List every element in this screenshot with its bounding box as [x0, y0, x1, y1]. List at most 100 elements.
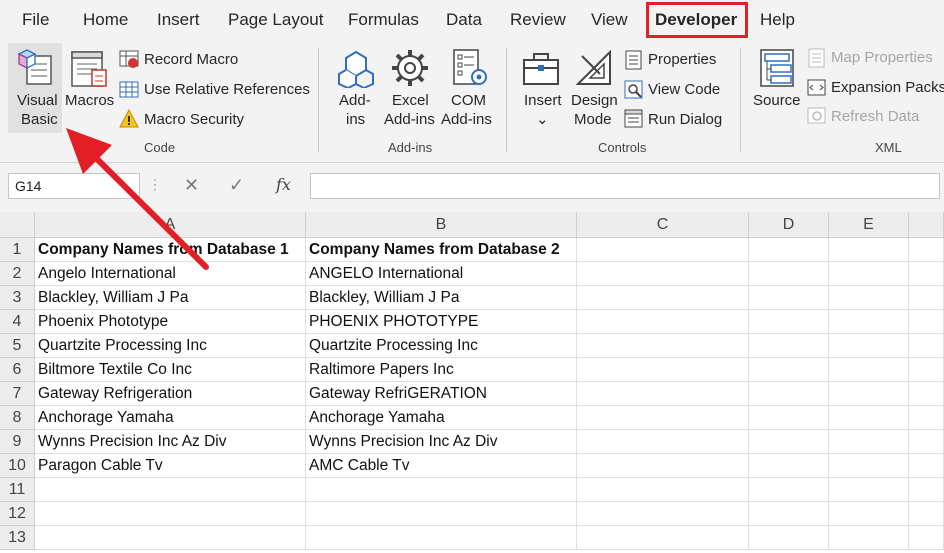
- tab-page-layout[interactable]: Page Layout: [228, 10, 323, 30]
- cell[interactable]: Raltimore Papers Inc: [306, 358, 577, 382]
- expansion-packs-button[interactable]: Expansion Packs: [831, 79, 944, 96]
- cell[interactable]: [749, 478, 829, 502]
- cell[interactable]: [829, 430, 909, 454]
- cell[interactable]: [909, 310, 944, 334]
- cell[interactable]: Blackley, William J Pa: [306, 286, 577, 310]
- tab-home[interactable]: Home: [83, 10, 128, 30]
- tab-view[interactable]: View: [591, 10, 628, 30]
- cell[interactable]: [909, 262, 944, 286]
- insert-function-button[interactable]: fx: [276, 175, 291, 194]
- cell[interactable]: [909, 334, 944, 358]
- cell[interactable]: Blackley, William J Pa: [35, 286, 306, 310]
- map-properties-button[interactable]: Map Properties: [831, 49, 933, 66]
- cell[interactable]: [909, 238, 944, 262]
- cell[interactable]: [749, 286, 829, 310]
- cell[interactable]: Quartzite Processing Inc: [35, 334, 306, 358]
- cell[interactable]: [829, 358, 909, 382]
- cell[interactable]: Wynns Precision Inc Az Div: [306, 430, 577, 454]
- excel-add-ins-label-2[interactable]: Add-ins: [384, 111, 435, 128]
- cell[interactable]: [829, 310, 909, 334]
- excel-add-ins-label-1[interactable]: Excel: [392, 92, 429, 109]
- cell[interactable]: [577, 334, 749, 358]
- column-header-f[interactable]: [909, 212, 944, 238]
- cell[interactable]: Company Names from Database 2: [306, 238, 577, 262]
- cell[interactable]: Gateway Refrigeration: [35, 382, 306, 406]
- row-header[interactable]: 5: [0, 334, 35, 358]
- cell[interactable]: [577, 286, 749, 310]
- cell[interactable]: [829, 454, 909, 478]
- cell[interactable]: [749, 382, 829, 406]
- cell[interactable]: AMC Cable Tv: [306, 454, 577, 478]
- row-header[interactable]: 12: [0, 502, 35, 526]
- cell[interactable]: [749, 334, 829, 358]
- cell[interactable]: [577, 478, 749, 502]
- cell[interactable]: [909, 382, 944, 406]
- cell[interactable]: [749, 406, 829, 430]
- record-macro-button[interactable]: Record Macro: [144, 51, 238, 68]
- cell[interactable]: [909, 406, 944, 430]
- cell[interactable]: Company Names from Database 1: [35, 238, 306, 262]
- row-header[interactable]: 9: [0, 430, 35, 454]
- cell[interactable]: [829, 262, 909, 286]
- cell[interactable]: [909, 478, 944, 502]
- row-header[interactable]: 4: [0, 310, 35, 334]
- insert-control-button[interactable]: Insert: [524, 92, 562, 109]
- cell[interactable]: Biltmore Textile Co Inc: [35, 358, 306, 382]
- cell[interactable]: [749, 358, 829, 382]
- column-header-e[interactable]: E: [829, 212, 909, 238]
- cell[interactable]: [35, 526, 306, 550]
- cancel-icon[interactable]: ✕: [184, 175, 199, 196]
- use-relative-references-button[interactable]: Use Relative References: [144, 81, 310, 98]
- cell[interactable]: Angelo International: [35, 262, 306, 286]
- com-add-ins-label-2[interactable]: Add-ins: [441, 111, 492, 128]
- tab-formulas[interactable]: Formulas: [348, 10, 419, 30]
- macros-button[interactable]: Macros: [65, 92, 114, 109]
- column-header-a[interactable]: A: [35, 212, 306, 238]
- chevron-down-icon[interactable]: ⌄: [536, 110, 549, 128]
- add-ins-label-1[interactable]: Add-: [339, 92, 371, 109]
- name-box[interactable]: G14: [8, 173, 140, 199]
- column-header-c[interactable]: C: [577, 212, 749, 238]
- cell[interactable]: [577, 310, 749, 334]
- cell[interactable]: [306, 526, 577, 550]
- row-header[interactable]: 10: [0, 454, 35, 478]
- properties-button[interactable]: Properties: [648, 51, 716, 68]
- cell[interactable]: Gateway RefriGERATION: [306, 382, 577, 406]
- row-header[interactable]: 3: [0, 286, 35, 310]
- row-header[interactable]: 6: [0, 358, 35, 382]
- cell[interactable]: [577, 238, 749, 262]
- tab-review[interactable]: Review: [510, 10, 566, 30]
- cell[interactable]: Anchorage Yamaha: [306, 406, 577, 430]
- cell[interactable]: [829, 526, 909, 550]
- column-header-d[interactable]: D: [749, 212, 829, 238]
- cell[interactable]: [749, 238, 829, 262]
- run-dialog-button[interactable]: Run Dialog: [648, 111, 722, 128]
- cell[interactable]: [577, 262, 749, 286]
- macro-security-button[interactable]: Macro Security: [144, 111, 244, 128]
- cell[interactable]: PHOENIX PHOTOTYPE: [306, 310, 577, 334]
- cell[interactable]: [35, 502, 306, 526]
- cell[interactable]: [577, 430, 749, 454]
- cell[interactable]: [909, 502, 944, 526]
- cell[interactable]: [829, 478, 909, 502]
- cell[interactable]: [306, 478, 577, 502]
- cell[interactable]: [909, 526, 944, 550]
- formula-input[interactable]: [310, 173, 940, 199]
- row-header[interactable]: 13: [0, 526, 35, 550]
- tab-help[interactable]: Help: [760, 10, 795, 30]
- com-add-ins-label-1[interactable]: COM: [451, 92, 486, 109]
- row-header[interactable]: 2: [0, 262, 35, 286]
- cell[interactable]: [577, 406, 749, 430]
- confirm-icon[interactable]: ✓: [229, 175, 244, 196]
- cell[interactable]: [749, 262, 829, 286]
- cell[interactable]: Quartzite Processing Inc: [306, 334, 577, 358]
- design-mode-label-2[interactable]: Mode: [574, 111, 612, 128]
- row-header[interactable]: 11: [0, 478, 35, 502]
- row-header[interactable]: 1: [0, 238, 35, 262]
- tab-data[interactable]: Data: [446, 10, 482, 30]
- cell[interactable]: [749, 310, 829, 334]
- row-header[interactable]: 8: [0, 406, 35, 430]
- cell[interactable]: [577, 454, 749, 478]
- cell[interactable]: [909, 454, 944, 478]
- source-button[interactable]: Source: [753, 92, 801, 109]
